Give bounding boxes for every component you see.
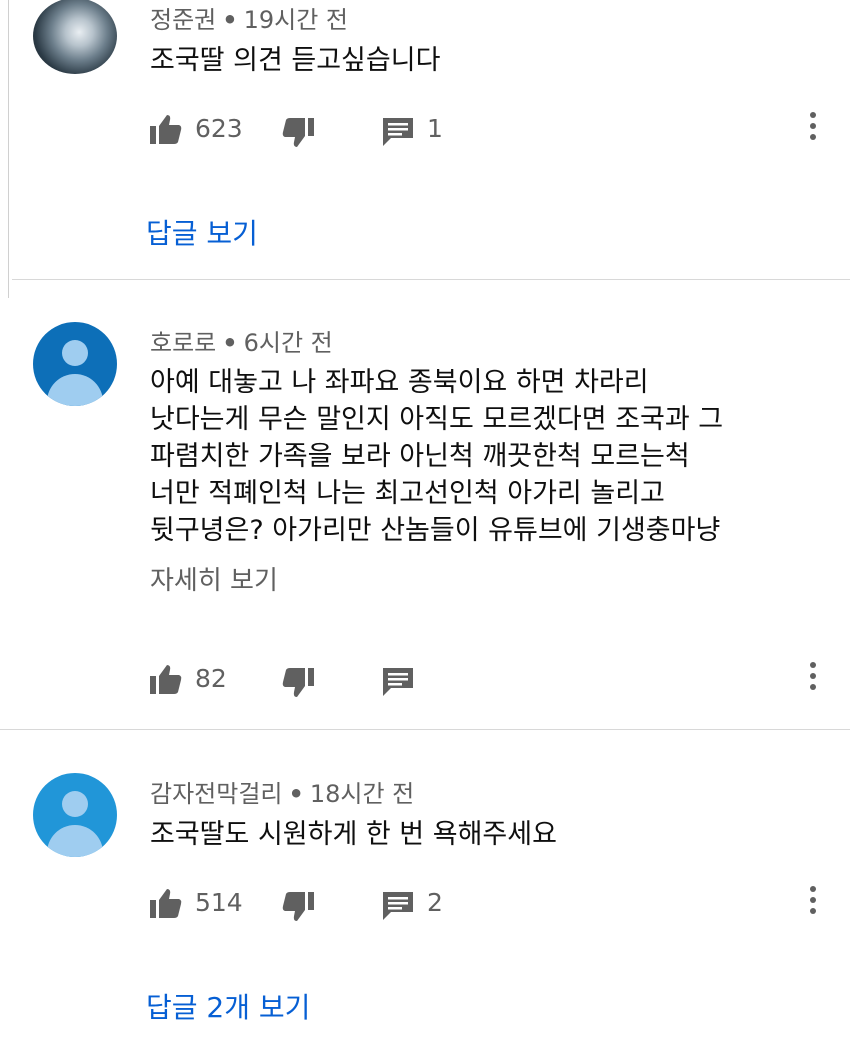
thumbs-up-icon[interactable] [150,888,182,918]
thumbs-up-icon[interactable] [150,114,182,144]
comment-text: 조국딸 의견 듣고싶습니다 [150,42,440,79]
divider [12,279,850,280]
read-more-link[interactable]: 자세히 보기 [150,560,278,597]
view-replies-link[interactable]: 답글 2개 보기 [146,986,310,1026]
avatar-head [62,340,88,366]
view-replies-link[interactable]: 답글 보기 [146,212,258,252]
thumbs-up-icon[interactable] [150,664,182,694]
comment-text-line: 파렴치한 가족을 보라 아닌척 깨끗한척 모르는척 [150,441,690,472]
like-count: 82 [195,664,227,693]
reply-count: 2 [427,888,443,917]
more-vert-icon[interactable] [808,662,818,694]
comment-text-line: 조국딸도 시원하게 한 번 욕해주세요 [150,819,557,850]
comment-text-line: 뒷구녕은? 아가리만 산놈들이 유튜브에 기생충마냥 [150,515,721,546]
timestamp: 6시간 전 [243,329,333,357]
thumbs-down-icon[interactable] [282,118,314,148]
comment-meta: 감자전막걸리 • 18시간 전 [150,774,414,809]
reply-icon[interactable] [383,118,413,146]
comment-actions: 514 2 [150,884,830,924]
meta-separator: • [222,329,238,357]
more-vert-icon[interactable] [808,886,818,918]
comment-text: 조국딸도 시원하게 한 번 욕해주세요 [150,816,557,853]
comment-text-line: 아예 대놓고 나 좌파요 종북이요 하면 차라리 [150,367,649,398]
like-count: 623 [195,114,243,143]
reply-icon[interactable] [383,668,413,696]
avatar[interactable] [33,322,117,406]
author-name[interactable]: 호로로 [150,329,216,357]
comment-meta: 호로로 • 6시간 전 [150,323,333,358]
avatar-body [47,374,103,406]
author-name[interactable]: 감자전막걸리 [150,780,282,808]
meta-separator: • [288,780,304,808]
reply-icon[interactable] [383,892,413,920]
comment-actions: 623 1 [150,110,830,150]
reply-count: 1 [427,114,443,143]
timestamp: 18시간 전 [309,780,415,808]
meta-separator: • [222,6,238,34]
author-name[interactable]: 정준권 [150,6,216,34]
like-count: 514 [195,888,243,917]
timestamp: 19시간 전 [243,6,349,34]
thread-line [8,0,9,298]
comment-text: 아예 대놓고 나 좌파요 종북이요 하면 차라리 낫다는게 무슨 말인지 아직도… [150,364,723,549]
comment-actions: 82 [150,660,830,700]
avatar-head [62,791,88,817]
thumbs-down-icon[interactable] [282,668,314,698]
comment-text-line: 조국딸 의견 듣고싶습니다 [150,45,441,76]
comment-meta: 정준권 • 19시간 전 [150,0,348,35]
thumbs-down-icon[interactable] [282,892,314,922]
avatar[interactable] [33,0,117,74]
divider [0,729,850,730]
more-vert-icon[interactable] [808,112,818,144]
avatar[interactable] [33,773,117,857]
avatar-body [47,825,103,857]
comment-text-line: 너만 적폐인척 나는 최고선인척 아가리 놀리고 [150,478,665,509]
comment-text-line: 낫다는게 무슨 말인지 아직도 모르겠다면 조국과 그 [150,404,724,435]
